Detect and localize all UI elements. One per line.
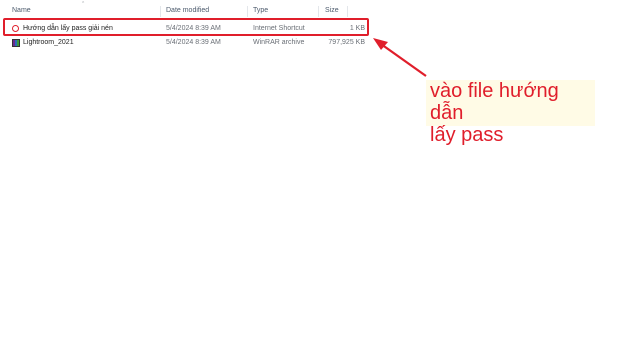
annotation-text: vào file hướng dẫn lấy pass xyxy=(430,80,559,146)
annotation-arrow xyxy=(373,38,427,77)
annotation-callout: vào file hướng dẫn lấy pass xyxy=(426,80,595,146)
arrow-line xyxy=(380,43,427,77)
